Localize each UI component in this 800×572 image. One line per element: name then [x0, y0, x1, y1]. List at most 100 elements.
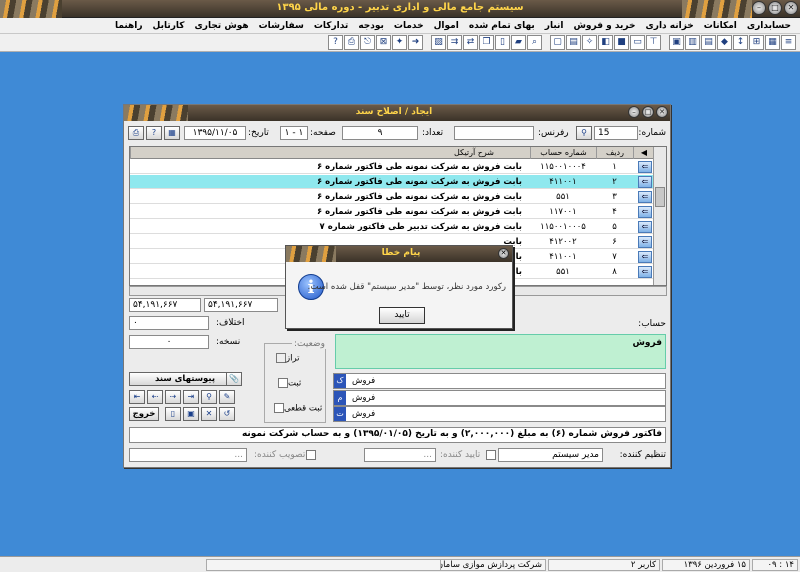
row-selector-icon[interactable]: ⇐ — [638, 236, 652, 248]
status-final[interactable]: ثبت قطعی — [270, 403, 322, 414]
app-titlebar[interactable]: سیستم جامع مالی و اداری تدبیر - دوره مال… — [0, 0, 800, 18]
image-icon[interactable]: ▨ — [431, 35, 446, 50]
list-icon[interactable]: ≡ — [781, 35, 796, 50]
status-balanced[interactable]: تراز — [272, 353, 300, 364]
cart-icon[interactable]: ⊠ — [376, 35, 391, 50]
close-icon[interactable]: ✕ — [656, 106, 668, 118]
menu-services[interactable]: خدمات — [389, 21, 429, 31]
date-field[interactable]: ۱۳۹۵/۱۱/۰۵ — [184, 126, 246, 140]
menu-treasury[interactable]: خزانه داری — [641, 21, 699, 31]
row-selector-icon[interactable]: ⇐ — [638, 221, 652, 233]
row-selector-icon[interactable]: ⇐ — [638, 176, 652, 188]
menu-budget[interactable]: بودجه — [353, 21, 389, 31]
star-icon[interactable]: ✦ — [392, 35, 407, 50]
print-icon[interactable]: ⎙ — [344, 35, 359, 50]
binoculars-icon[interactable]: ⚲ — [201, 390, 217, 404]
cube2-icon[interactable]: ◧ — [598, 35, 613, 50]
arrow-icon[interactable]: ➜ — [408, 35, 423, 50]
close-icon[interactable]: ✕ — [784, 1, 798, 15]
menu-costing[interactable]: بهای تمام شده — [464, 21, 540, 31]
attachments-button[interactable]: پیوستهای سند — [129, 372, 241, 386]
table-row[interactable]: ⇐ ۲ ۴۱۱۰۰۱ بابت فروش به شرکت نمونه طی فاکتو… — [130, 175, 654, 189]
print-icon[interactable]: ⎙ — [128, 126, 144, 140]
menu-cartable[interactable]: کارتابل — [148, 21, 190, 31]
account-row-1[interactable]: ک فروش — [333, 373, 666, 389]
calendar-icon[interactable]: ▤ — [701, 35, 716, 50]
table-row[interactable]: ⇐ ۳ ۵۵۱ بابت فروش به شرکت نمونه طی فاکتور ش… — [130, 190, 654, 204]
page-field[interactable]: ۱ - ۱ — [280, 126, 308, 140]
tools-icon[interactable]: ✧ — [582, 35, 597, 50]
status-registered[interactable]: ثبت — [274, 378, 301, 389]
table-row[interactable]: ⇐ ۵ ۱۱۵۰۰۱۰۰۰۵ بابت فروش به شرکت تدبیر طی ف… — [130, 220, 654, 234]
close-icon[interactable]: ✕ — [498, 248, 509, 259]
row-selector-icon[interactable]: ⇐ — [638, 251, 652, 263]
prev-record-icon[interactable]: ⇠ — [147, 390, 163, 404]
row-selector-icon[interactable]: ⇐ — [638, 161, 652, 173]
row-selector-icon[interactable]: ⇐ — [638, 206, 652, 218]
count-field[interactable]: ۹ — [342, 126, 418, 140]
help-icon[interactable]: ? — [328, 35, 343, 50]
account-row-3[interactable]: ت فروش — [333, 406, 666, 422]
registered-checkbox[interactable] — [278, 378, 288, 388]
copies-field[interactable]: ۰ — [129, 335, 209, 349]
final-checkbox[interactable] — [274, 403, 284, 413]
minimize-icon[interactable]: – — [752, 1, 766, 15]
cards-icon[interactable]: ▭ — [630, 35, 645, 50]
switch-icon[interactable]: ⇄ — [463, 35, 478, 50]
dialog-titlebar[interactable]: پیام خطا ✕ — [286, 246, 512, 262]
color-icon[interactable]: ■ — [614, 35, 629, 50]
ok-button[interactable]: تایید — [379, 307, 425, 324]
new-doc-icon[interactable]: ▯ — [165, 407, 181, 421]
row-selector-icon[interactable]: ⇐ — [638, 191, 652, 203]
minimize-icon[interactable]: – — [628, 106, 640, 118]
next-record-icon[interactable]: ⇢ — [165, 390, 181, 404]
reference-field[interactable] — [454, 126, 534, 140]
sheet-icon[interactable]: ▤ — [566, 35, 581, 50]
exit-button[interactable]: خروج — [129, 407, 159, 421]
folder-icon[interactable]: ▰ — [511, 35, 526, 50]
menu-procurement[interactable]: تدارکات — [309, 21, 354, 31]
copy-icon[interactable]: ❐ — [479, 35, 494, 50]
menu-facilities[interactable]: امکانات — [699, 21, 742, 31]
arrows-icon[interactable]: ↕ — [733, 35, 748, 50]
card-icon[interactable]: ▢ — [550, 35, 565, 50]
tree-icon[interactable]: ⊞ — [749, 35, 764, 50]
restore-icon[interactable]: □ — [642, 106, 654, 118]
stack-icon[interactable]: ▣ — [669, 35, 684, 50]
grid-icon[interactable]: ▦ — [765, 35, 780, 50]
table-row[interactable]: ⇐ ۴ ۱۱۷۰۰۱ بابت فروش به شرکت نمونه طی فاکتو… — [130, 205, 654, 219]
number-field[interactable]: 15 — [594, 126, 638, 140]
calendar-icon[interactable]: ▦ — [164, 126, 180, 140]
scroll-thumb[interactable] — [655, 187, 665, 207]
confirmed-by-field[interactable]: ... — [129, 448, 247, 462]
last-record-icon[interactable]: ⇥ — [183, 390, 199, 404]
table-icon[interactable]: ▥ — [685, 35, 700, 50]
exit-icon[interactable]: ⎋ — [360, 35, 375, 50]
form-titlebar[interactable]: ایجاد / اصلاح سند – □ ✕ — [124, 105, 670, 121]
cube-icon[interactable]: ◆ — [717, 35, 732, 50]
table-row[interactable]: ⇐ ۱ ۱۱۵۰۰۱۰۰۰۴ بابت فروش به شرکت نمونه طی ف… — [130, 160, 654, 174]
doc-icon[interactable]: ▯ — [495, 35, 510, 50]
confirmed-checkbox[interactable] — [306, 450, 316, 460]
description-field[interactable]: فاکتور فروش شماره (۶) به مبلغ (۲,۰۰۰,۰۰۰… — [129, 427, 666, 443]
menu-accounting[interactable]: حسابداری — [742, 21, 796, 31]
menu-help[interactable]: راهنما — [110, 21, 148, 31]
prepared-by-field[interactable]: مدیر سیستم — [498, 448, 603, 462]
delete-icon[interactable]: ✕ — [201, 407, 217, 421]
grid-vertical-scrollbar[interactable] — [653, 147, 666, 285]
menu-assets[interactable]: اموال — [429, 21, 464, 31]
approved-by-field[interactable]: ... — [364, 448, 436, 462]
save-icon[interactable]: ▣ — [183, 407, 199, 421]
approved-checkbox[interactable] — [486, 450, 496, 460]
menu-purchase-sales[interactable]: خرید و فروش — [568, 21, 640, 31]
edit-icon[interactable]: ✎ — [219, 390, 235, 404]
flow-icon[interactable]: ⇉ — [447, 35, 462, 50]
menu-orders[interactable]: سفارشات — [254, 21, 309, 31]
menu-warehouse[interactable]: انبار — [540, 21, 569, 31]
search-icon[interactable]: ⌕ — [527, 35, 542, 50]
menu-business-intelligence[interactable]: هوش تجاری — [190, 21, 254, 31]
row-selector-icon[interactable]: ⇐ — [638, 266, 652, 278]
account-row-2[interactable]: م فروش — [333, 390, 666, 406]
help-icon[interactable]: ? — [146, 126, 162, 140]
stamp-icon[interactable]: ⊤ — [646, 35, 661, 50]
